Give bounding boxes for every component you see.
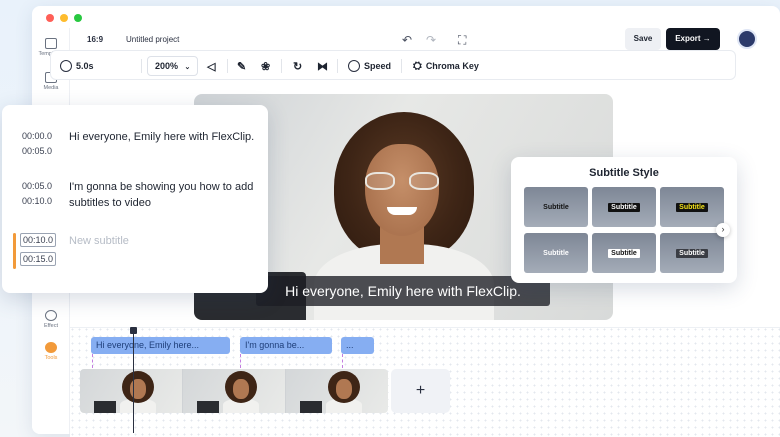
- timeline-video-track[interactable]: [80, 369, 388, 413]
- rail-item-tools[interactable]: Tools: [32, 342, 70, 361]
- preset-label: Subtitle: [543, 249, 569, 257]
- preview-subject-glasses: [359, 172, 447, 192]
- preview-subject-smile: [387, 207, 417, 215]
- templates-icon: [45, 38, 57, 49]
- minimize-window-button[interactable]: [60, 14, 68, 22]
- subtitle-style-preset[interactable]: Subtitle: [660, 233, 724, 273]
- duration-control[interactable]: 5.0s: [60, 51, 94, 81]
- subtitle-style-preset[interactable]: Subtitle: [524, 187, 588, 227]
- chroma-key-button[interactable]: ⛭ Chroma Key: [413, 51, 479, 81]
- volume-icon[interactable]: ◁: [207, 51, 215, 81]
- zoom-value: 200% ⌄: [147, 56, 199, 76]
- maximize-window-button[interactable]: [74, 14, 82, 22]
- speed-label: Speed: [364, 61, 392, 71]
- subtitle-style-panel: Subtitle Style Subtitle Subtitle Subtitl…: [511, 157, 737, 283]
- preset-label: Subtitle: [608, 248, 640, 258]
- flip-icon[interactable]: ⧓: [317, 51, 328, 81]
- subtitle-list-panel: 00:00.0 00:05.0 Hi everyone, Emily here …: [2, 105, 268, 293]
- clip-boundary: [240, 354, 241, 368]
- edit-toolbar: 5.0s 200% ⌄ ◁ ✎ ❀ ↻ ⧓ Speed ⛭ Chroma Key: [50, 50, 736, 80]
- undo-icon[interactable]: ↶: [402, 34, 412, 46]
- timeline-subtitle-clip[interactable]: ...: [341, 337, 374, 354]
- close-window-button[interactable]: [46, 14, 54, 22]
- preset-label: Subtitle: [543, 203, 569, 211]
- timeline-playhead[interactable]: [130, 327, 137, 433]
- video-frame-thumbnail: [183, 369, 286, 413]
- subtitle-end[interactable]: 00:10.0: [22, 194, 52, 209]
- subtitle-style-preset[interactable]: Subtitle: [524, 233, 588, 273]
- timeline-subtitle-clip[interactable]: Hi everyone, Emily here...: [91, 337, 230, 354]
- tools-icon: [45, 342, 57, 353]
- new-subtitle-input[interactable]: New subtitle: [69, 233, 265, 249]
- rotate-icon[interactable]: ↻: [293, 51, 302, 81]
- subtitle-end-field[interactable]: 00:15.0: [20, 252, 56, 266]
- subtitle-style-preset[interactable]: Subtitle: [592, 233, 656, 273]
- subtitle-times: 00:05.0 00:10.0: [22, 179, 52, 209]
- subtitle-times: 00:10.0 00:15.0: [20, 233, 56, 271]
- subtitle-text[interactable]: Hi everyone, Emily here with FlexClip.: [69, 129, 265, 145]
- rail-item-effect[interactable]: Effect: [32, 310, 70, 329]
- divider: [141, 59, 142, 73]
- add-clip-button[interactable]: +: [391, 369, 450, 413]
- divider: [281, 59, 282, 73]
- clip-boundary: [342, 354, 343, 368]
- chroma-key-icon: ⛭: [413, 59, 422, 72]
- magic-wand-icon[interactable]: ✎: [237, 51, 246, 81]
- subtitle-text[interactable]: I'm gonna be showing you how to add subt…: [69, 179, 265, 211]
- video-frame-thumbnail: [80, 369, 183, 413]
- window-controls: [46, 14, 82, 22]
- subtitle-style-preset[interactable]: Subtitle: [592, 187, 656, 227]
- preview-caption[interactable]: Hi everyone, Emily here with FlexClip.: [256, 276, 550, 306]
- rail-label: Effect: [44, 323, 58, 329]
- subtitle-times: 00:00.0 00:05.0: [22, 129, 52, 159]
- subtitle-style-title: Subtitle Style: [589, 167, 659, 179]
- subtitle-style-preset[interactable]: Subtitle: [660, 187, 724, 227]
- preset-label: Subtitle: [676, 202, 708, 212]
- preset-label: Subtitle: [676, 248, 708, 258]
- rail-label: Media: [43, 85, 59, 91]
- avatar[interactable]: [737, 29, 757, 49]
- clock-icon: [60, 60, 72, 72]
- divider: [227, 59, 228, 73]
- save-button[interactable]: Save: [625, 28, 661, 50]
- effect-icon: [45, 310, 57, 321]
- preset-label: Subtitle: [608, 202, 640, 212]
- fullscreen-icon[interactable]: ⛶: [458, 34, 466, 46]
- clip-boundary: [92, 354, 93, 368]
- speedometer-icon: [348, 60, 360, 72]
- export-button[interactable]: Export →: [666, 28, 720, 50]
- rail-label: Tools: [44, 355, 58, 361]
- color-adjust-icon[interactable]: ❀: [261, 51, 270, 81]
- export-label: Export: [675, 34, 701, 43]
- arrow-right-icon: →: [702, 34, 711, 43]
- subtitle-start[interactable]: 00:00.0: [22, 129, 52, 144]
- active-entry-indicator: [13, 233, 16, 269]
- subtitle-start[interactable]: 00:05.0: [22, 179, 52, 194]
- zoom-text: 200%: [155, 61, 179, 71]
- chroma-key-label: Chroma Key: [425, 61, 479, 71]
- speed-button[interactable]: Speed: [348, 51, 391, 81]
- chevron-down-icon: ⌄: [184, 64, 191, 71]
- duration-value: 5.0s: [76, 61, 94, 71]
- redo-icon[interactable]: ↷: [426, 34, 436, 46]
- subtitle-end[interactable]: 00:05.0: [22, 144, 52, 159]
- timeline-subtitle-clip[interactable]: I'm gonna be...: [240, 337, 332, 354]
- divider: [401, 59, 402, 73]
- project-name[interactable]: Untitled project: [126, 35, 179, 44]
- video-frame-thumbnail: [286, 369, 388, 413]
- chevron-right-icon[interactable]: ›: [716, 223, 730, 237]
- zoom-select[interactable]: 200% ⌄: [147, 51, 199, 81]
- aspect-ratio-select[interactable]: 16:9: [87, 35, 103, 44]
- subtitle-start-field[interactable]: 00:10.0: [20, 233, 56, 247]
- divider: [337, 59, 338, 73]
